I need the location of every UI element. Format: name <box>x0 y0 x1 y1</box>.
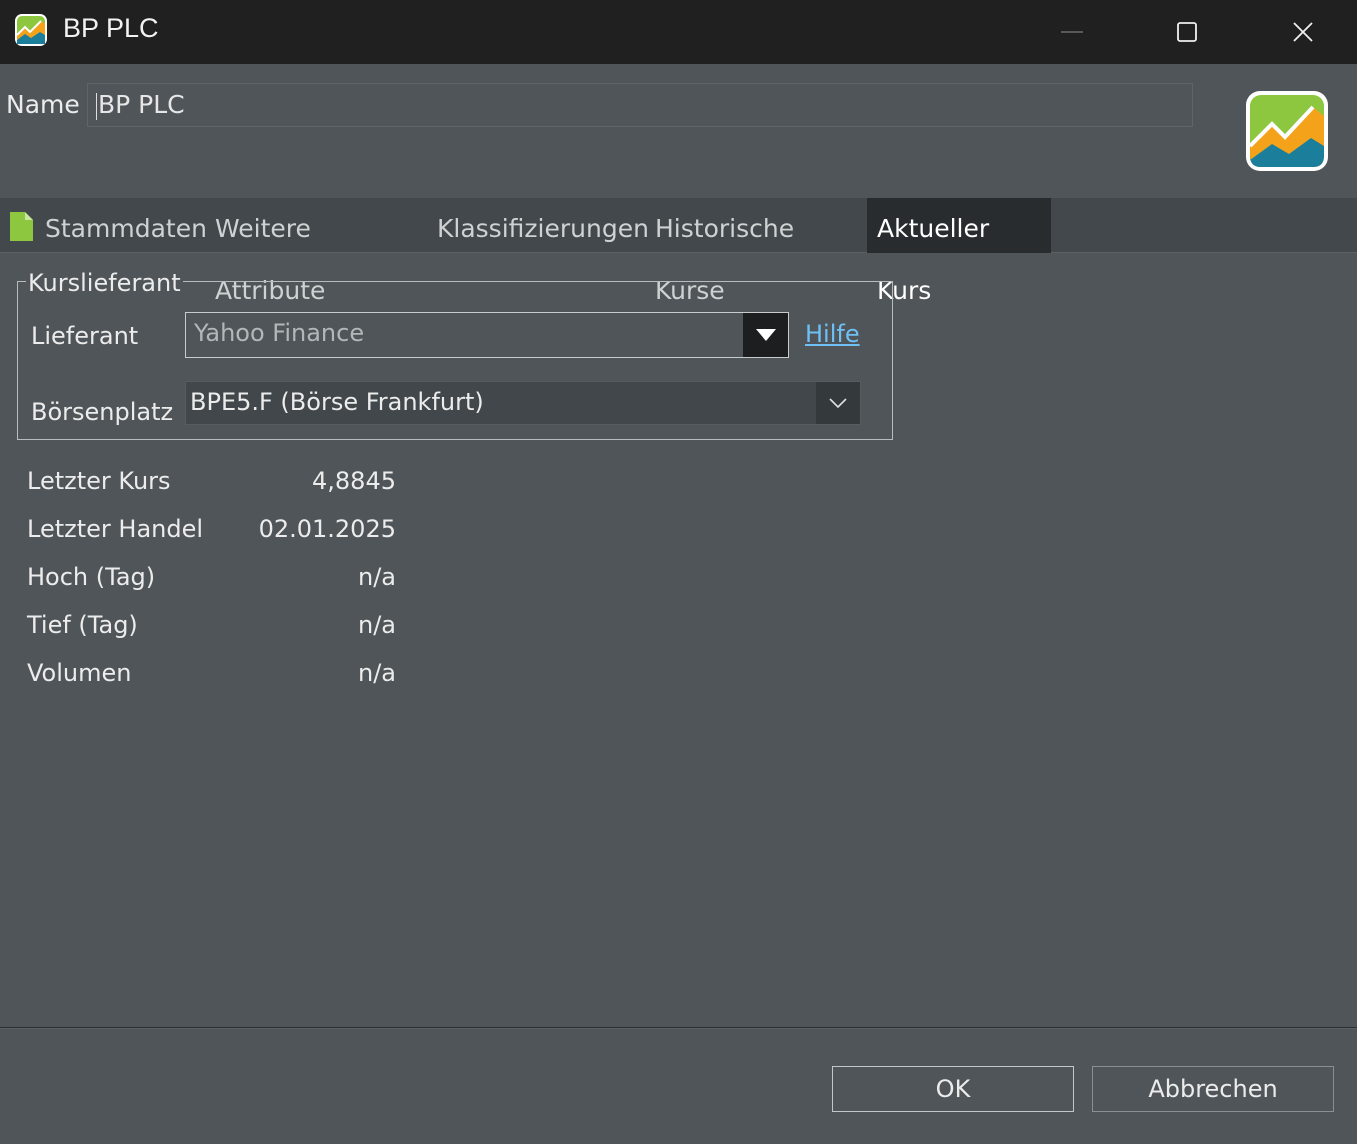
tab-stammdaten[interactable]: Stammdaten <box>0 198 207 253</box>
minimize-button[interactable] <box>1014 0 1130 64</box>
help-link[interactable]: Hilfe <box>805 320 860 348</box>
footer-divider-highlight <box>0 1028 1357 1029</box>
close-button[interactable] <box>1245 0 1357 64</box>
close-icon <box>1293 22 1313 42</box>
document-icon <box>10 212 33 241</box>
tab-label: Klassifizierungen <box>437 214 649 243</box>
exchange-label: Börsenplatz <box>31 398 174 426</box>
provider-label: Lieferant <box>31 322 139 350</box>
app-chart-icon <box>15 14 47 46</box>
last-trade-label: Letzter Handel <box>27 515 204 543</box>
tab-label: Stammdaten <box>45 214 207 243</box>
last-trade-value: 02.01.2025 <box>258 515 396 543</box>
title-bar: BP PLC <box>0 0 1357 64</box>
last-price-value: 4,8845 <box>312 467 396 495</box>
last-price-label: Letzter Kurs <box>27 467 171 495</box>
provider-dropdown[interactable]: Yahoo Finance <box>185 312 789 358</box>
provider-value: Yahoo Finance <box>194 319 365 347</box>
tab-klassifizierungen[interactable]: Klassifizierungen <box>427 198 649 253</box>
volume-value: n/a <box>357 659 396 687</box>
text-caret <box>96 92 97 120</box>
dialog-content: Name BP PLC Stammdaten Weitere Attribute… <box>0 64 1357 1144</box>
tab-bar: Stammdaten Weitere Attribute Klassifizie… <box>0 198 1357 305</box>
day-low-label: Tief (Tag) <box>27 611 138 639</box>
day-high-label: Hoch (Tag) <box>27 563 156 591</box>
tab-weitere-attribute[interactable]: Weitere Attribute <box>205 198 427 305</box>
volume-label: Volumen <box>27 659 132 687</box>
day-low-value: n/a <box>357 611 396 639</box>
day-high-value: n/a <box>357 563 396 591</box>
chevron-down-icon <box>829 398 847 408</box>
minimize-icon <box>1061 31 1083 33</box>
window-title: BP PLC <box>63 13 159 43</box>
maximize-icon <box>1177 22 1197 42</box>
name-input-value: BP PLC <box>98 90 185 119</box>
name-input[interactable]: BP PLC <box>87 83 1193 127</box>
exchange-value: BPE5.F (Börse Frankfurt) <box>190 388 484 416</box>
tab-label: Aktueller Kurs <box>877 214 990 305</box>
dropdown-arrow-icon <box>755 329 776 341</box>
group-legend: Kurslieferant <box>26 269 183 297</box>
ok-button[interactable]: OK <box>832 1066 1074 1112</box>
tab-historische-kurse[interactable]: Historische Kurse <box>645 198 867 305</box>
tab-aktueller-kurs[interactable]: Aktueller Kurs <box>867 198 1051 305</box>
maximize-button[interactable] <box>1129 0 1245 64</box>
exchange-dropdown-button[interactable] <box>816 382 860 424</box>
exchange-dropdown[interactable]: BPE5.F (Börse Frankfurt) <box>185 381 861 425</box>
provider-dropdown-button[interactable] <box>743 313 788 357</box>
name-label: Name <box>6 90 80 119</box>
cancel-button[interactable]: Abbrechen <box>1092 1066 1334 1112</box>
app-logo-icon <box>1246 91 1328 171</box>
